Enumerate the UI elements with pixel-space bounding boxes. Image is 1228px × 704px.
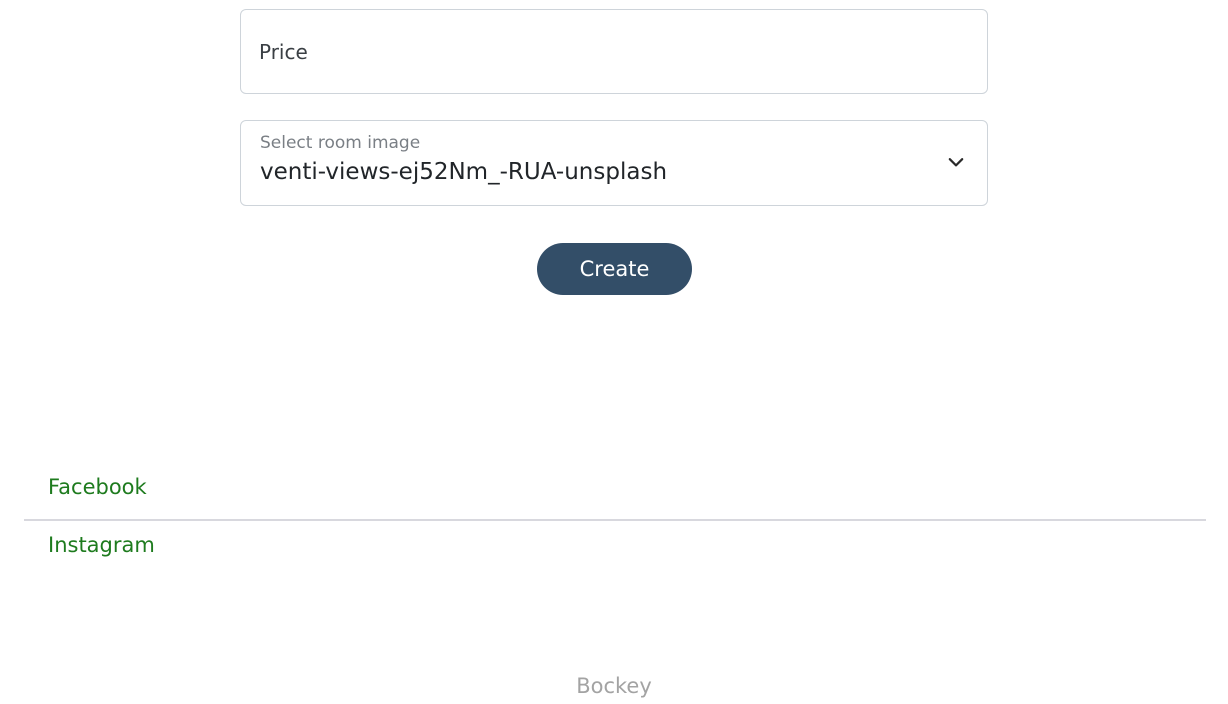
footer-link-instagram[interactable]: Instagram <box>48 533 155 557</box>
room-image-select[interactable]: Select room image venti-views-ej52Nm_-RU… <box>240 120 988 206</box>
price-input[interactable] <box>241 10 987 93</box>
price-field[interactable] <box>240 9 988 94</box>
create-button[interactable]: Create <box>537 243 692 295</box>
chevron-down-icon <box>948 158 964 167</box>
footer-brand: Bockey <box>576 674 652 698</box>
room-image-select-value: venti-views-ej52Nm_-RUA-unsplash <box>260 159 668 185</box>
footer-link-facebook[interactable]: Facebook <box>48 475 147 499</box>
footer-divider <box>24 519 1206 521</box>
room-image-select-label: Select room image <box>260 133 421 153</box>
